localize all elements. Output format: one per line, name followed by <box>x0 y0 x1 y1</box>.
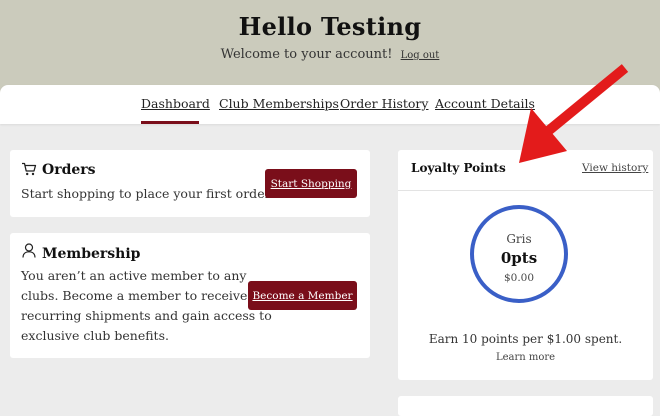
start-shopping-button[interactable]: Start Shopping <box>265 169 357 198</box>
page-title: Hello Testing <box>238 12 422 41</box>
tab-dashboard[interactable]: Dashboard <box>141 96 210 111</box>
active-tab-indicator <box>141 121 199 124</box>
loyalty-tier: Gris <box>506 232 532 246</box>
membership-text-line: recurring shipments and gain access to <box>21 308 272 323</box>
loyalty-points: 0pts <box>500 249 538 267</box>
become-member-button[interactable]: Become a Member <box>248 281 357 310</box>
welcome-row: Welcome to your account! Log out <box>0 47 660 62</box>
membership-text-line: clubs. Become a member to receive <box>21 288 248 303</box>
tab-order-history[interactable]: Order History <box>340 96 428 111</box>
learn-more-link[interactable]: Learn more <box>398 352 653 363</box>
orders-text: Start shopping to place your first order… <box>21 186 274 201</box>
logout-link[interactable]: Log out <box>401 50 440 61</box>
membership-title: Membership <box>42 246 141 262</box>
orders-title: Orders <box>42 162 96 178</box>
loyalty-title: Loyalty Points <box>411 161 506 175</box>
loyalty-value: $0.00 <box>503 272 535 284</box>
red-arrow-annotation <box>519 64 629 163</box>
user-icon <box>22 243 36 258</box>
cart-icon <box>22 162 37 176</box>
next-card <box>398 396 653 416</box>
divider <box>398 190 653 191</box>
tab-club-memberships[interactable]: Club Memberships <box>219 96 339 111</box>
membership-text-line: You aren’t an active member to any <box>21 268 247 283</box>
welcome-text: Welcome to your account! <box>220 47 393 62</box>
membership-text-line: exclusive club benefits. <box>21 328 169 343</box>
earn-rate-text: Earn 10 points per $1.00 spent. <box>428 332 623 346</box>
